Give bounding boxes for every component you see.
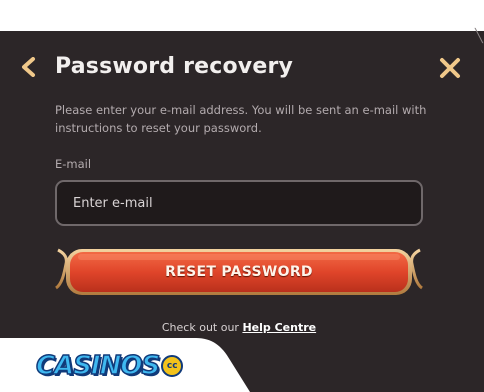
help-prefix-text: Check out our (161, 321, 239, 334)
corner-mark-icon: ╲ (475, 29, 483, 44)
help-centre-link[interactable]: Help Centre (242, 321, 316, 334)
chevron-left-icon (22, 57, 35, 77)
casinos-logo: CASINOS cc (35, 346, 184, 386)
password-recovery-dialog: ╲ Password recovery Please enter your e-… (0, 0, 484, 392)
close-button[interactable] (436, 54, 464, 82)
instructions-text: Please enter your e-mail address. You wi… (55, 103, 427, 135)
reset-password-label: RESET PASSWORD (165, 264, 313, 280)
email-input[interactable] (55, 180, 423, 226)
help-line: Check out our Help Centre (0, 320, 478, 336)
reset-password-button[interactable]: RESET PASSWORD (52, 244, 426, 300)
brand-wordmark: CASINOS (35, 350, 161, 382)
email-label: E-mail (55, 157, 92, 171)
dialog-title: Password recovery (55, 54, 294, 79)
brand-suffix-badge: cc (161, 355, 184, 377)
close-icon (440, 58, 460, 78)
top-edge (0, 0, 484, 31)
back-button[interactable] (16, 54, 42, 80)
